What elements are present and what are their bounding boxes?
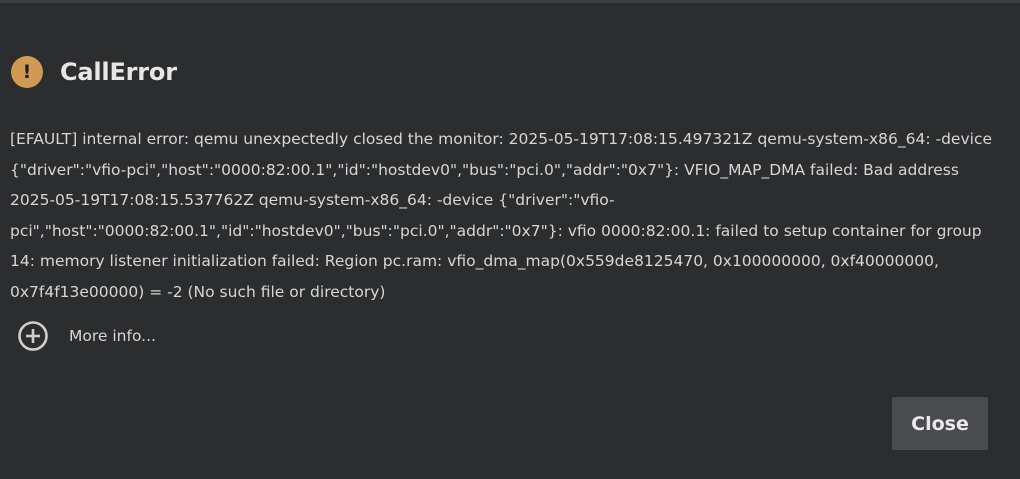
close-button[interactable]: Close [892,397,988,450]
more-info-label[interactable]: More info... [69,327,156,345]
dialog-header: ! CallError [11,55,177,89]
error-dialog: ! CallError [EFAULT] internal error: qem… [0,0,1020,479]
dialog-title: CallError [60,58,177,86]
more-info-toggle[interactable]: More info... [17,320,156,352]
warning-circle-icon: ! [11,56,43,88]
error-message: [EFAULT] internal error: qemu unexpected… [10,130,993,301]
plus-circle-icon[interactable] [17,320,49,352]
